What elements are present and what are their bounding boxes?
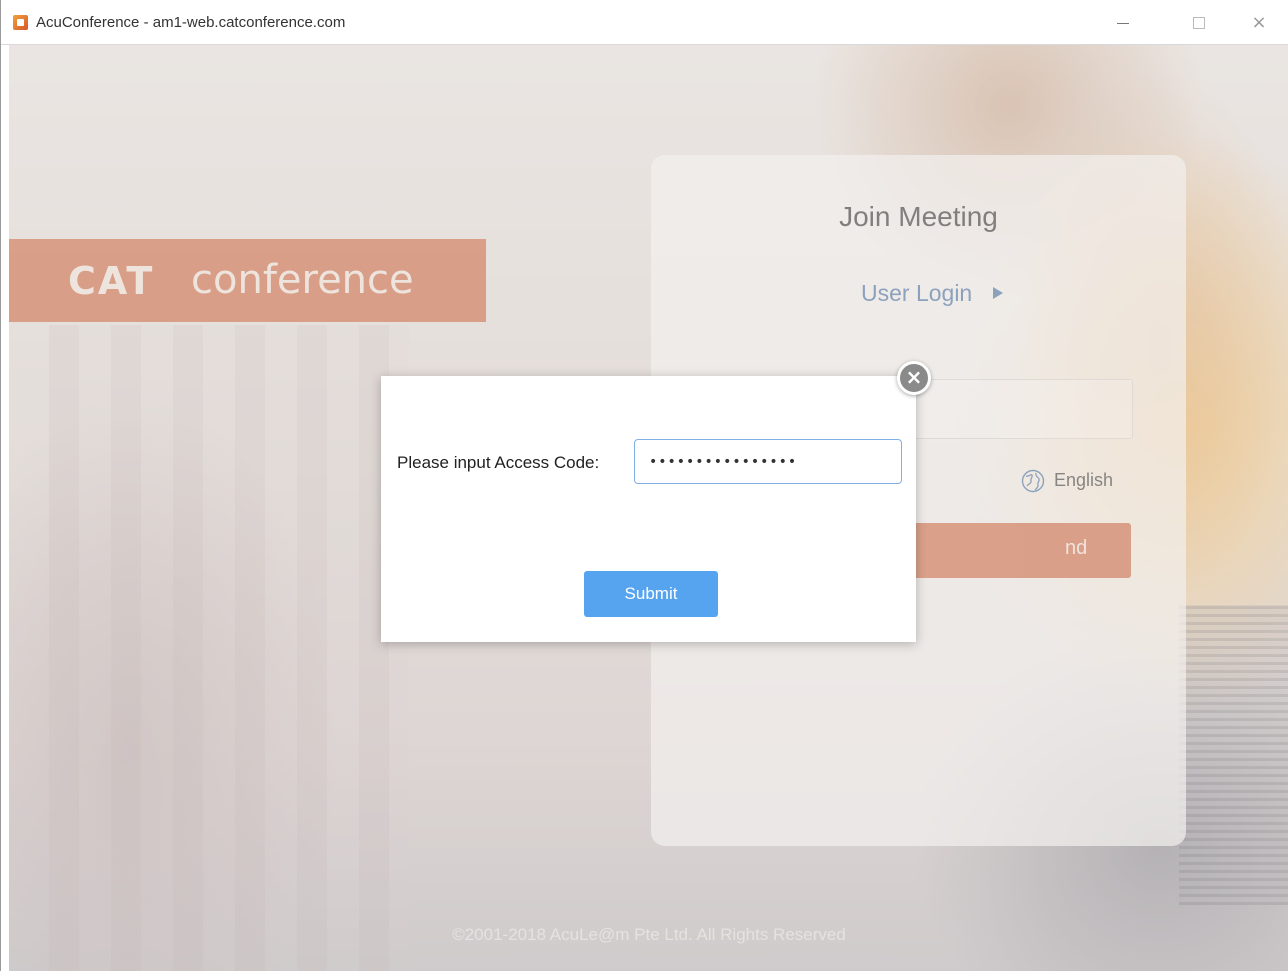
window-title: AcuConference - am1-web.catconference.co… [36,14,346,31]
access-code-label: Please input Access Code: [397,453,600,472]
page-content: CAT conference Join Meeting User Login E… [9,45,1288,971]
minimize-icon [1117,22,1129,24]
maximize-icon [1193,17,1205,29]
access-code-input[interactable] [634,439,902,484]
app-window: AcuConference - am1-web.catconference.co… [0,0,1288,971]
close-window-button[interactable]: × [1231,6,1287,40]
close-icon: × [1251,12,1267,33]
close-circle-icon: × [905,365,923,389]
dialog-close-button[interactable]: × [897,361,931,395]
app-icon [13,15,28,30]
title-bar: AcuConference - am1-web.catconference.co… [1,0,1288,45]
access-code-dialog: Please input Access Code: Submit [381,376,916,642]
maximize-button[interactable] [1171,6,1227,40]
minimize-button[interactable] [1095,6,1151,40]
submit-button[interactable]: Submit [584,571,718,617]
